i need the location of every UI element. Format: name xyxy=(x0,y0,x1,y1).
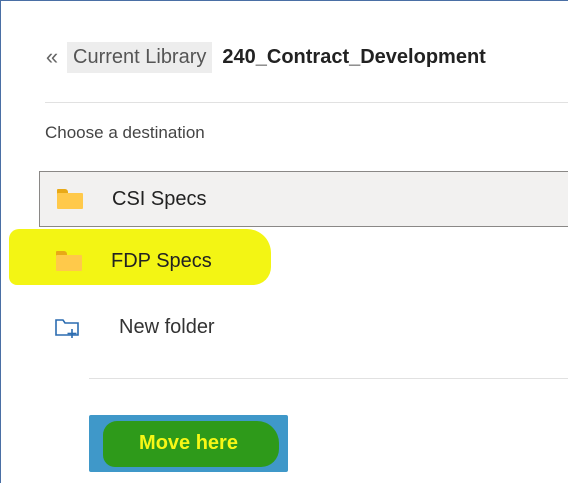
folder-item-label: CSI Specs xyxy=(112,187,207,210)
divider xyxy=(45,102,568,103)
breadcrumb-current-folder: 240_Contract_Development xyxy=(222,45,486,68)
move-dialog-panel: « Current Library 240_Contract_Developme… xyxy=(0,0,568,483)
choose-destination-heading: Choose a destination xyxy=(45,123,205,142)
folder-icon xyxy=(57,189,83,209)
new-folder-label: New folder xyxy=(119,315,215,338)
folder-item-csi-specs[interactable]: CSI Specs xyxy=(39,171,568,227)
double-chevron-left-icon[interactable]: « xyxy=(41,41,63,73)
folder-item-label: FDP Specs xyxy=(111,249,212,272)
breadcrumb-current-library[interactable]: Current Library xyxy=(67,41,213,73)
breadcrumb: « Current Library 240_Contract_Developme… xyxy=(41,41,486,73)
folder-item-fdp-specs[interactable]: FDP Specs xyxy=(39,233,568,289)
move-here-button[interactable]: Move here xyxy=(89,415,288,472)
new-folder-button[interactable]: New folder xyxy=(51,307,215,347)
move-here-button-container: Move here xyxy=(89,415,288,472)
divider xyxy=(89,378,568,379)
new-folder-icon xyxy=(51,313,83,341)
folder-icon xyxy=(56,251,82,271)
